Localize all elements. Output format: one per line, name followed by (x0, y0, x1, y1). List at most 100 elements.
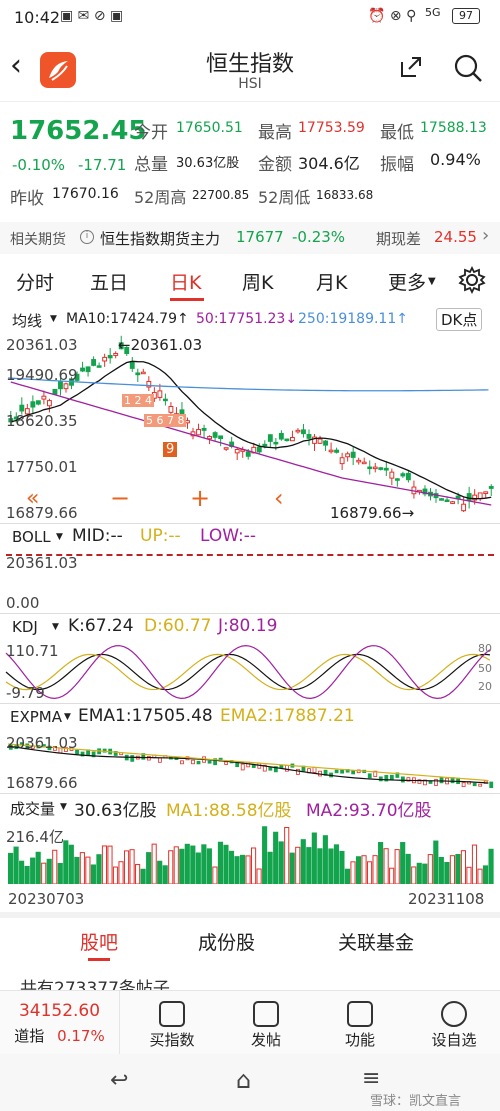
volume-bar (79, 852, 85, 884)
expma-candle (351, 770, 356, 775)
share-icon[interactable] (398, 54, 424, 80)
tab-constituents[interactable]: 成份股 (198, 928, 255, 955)
volume-bar (129, 849, 135, 884)
volume-bar (41, 862, 47, 884)
volume-svg (8, 826, 494, 884)
candle-body (201, 427, 207, 431)
watermark: 雪球：凯文直言 (370, 1094, 462, 1109)
candle-body (301, 429, 306, 435)
candle-body (367, 466, 373, 470)
tab-forum[interactable]: 股吧 (80, 928, 118, 955)
nav-home-icon[interactable]: ⌂ (236, 1066, 251, 1094)
candle-body (168, 406, 174, 413)
tab-more[interactable]: 更多 (388, 268, 426, 295)
functions-button[interactable]: 功能 (312, 991, 408, 1050)
wk52-low-label: 52周低 (258, 188, 311, 207)
candle-body (389, 471, 395, 479)
volume-bar (46, 858, 52, 884)
volume-value: 30.63亿股 (74, 801, 157, 821)
volume-bar (245, 855, 251, 884)
expma-chart[interactable]: 20361.03 16879.66 (0, 730, 500, 794)
chart-icon (159, 1001, 185, 1027)
dji-change: 0.17% (57, 1027, 105, 1045)
volume-bar (206, 848, 212, 884)
nav-back-icon[interactable]: ↩ (110, 1068, 128, 1093)
active-tab-indicator (170, 298, 204, 301)
kline-chart[interactable]: 20361.03 19490.69 18620.35 17750.01 1687… (0, 332, 500, 524)
rewind-icon[interactable]: « (26, 486, 39, 511)
search-icon[interactable] (452, 52, 484, 84)
bottom-nav: 34152.60 道指 0.17% 买指数 发帖 功能 设自选 (0, 990, 500, 1055)
candle-body (212, 432, 218, 438)
volume-bar (372, 855, 378, 884)
settings-icon[interactable] (458, 265, 486, 295)
candle-body (162, 398, 168, 402)
volume-bar (322, 835, 328, 884)
boll-chart[interactable]: 20361.03 0.00 (0, 550, 500, 614)
expma-candle (378, 776, 383, 782)
boll-name[interactable]: BOLL (12, 528, 51, 546)
expma-candle (296, 768, 300, 775)
scroll-left-icon[interactable]: ‹ (274, 484, 284, 512)
more-dots-icon (441, 1001, 467, 1027)
expma-candle (180, 760, 184, 765)
tab-daily-k[interactable]: 日K (170, 268, 201, 295)
volume-bar (168, 850, 174, 884)
tab-monthly-k[interactable]: 月K (316, 268, 347, 295)
kdj-name[interactable]: KDJ (12, 618, 38, 636)
candle-body (91, 359, 97, 366)
volume-top-label: 216.4亿 (6, 828, 64, 846)
ma-toggle-icon: ▼ (50, 314, 57, 324)
kdj-chart[interactable]: 110.71 -9.79 80 50 20 (0, 640, 500, 704)
volume-bar (339, 850, 345, 884)
dk-point-button[interactable]: DK点 (436, 308, 483, 331)
volume-bar (157, 860, 163, 884)
amplitude-label: 振幅 (380, 155, 414, 175)
nav-menu-icon[interactable]: ≡ (362, 1066, 380, 1091)
kdj-j-line (5, 644, 491, 699)
prev-close-value: 17670.16 (52, 186, 119, 202)
volume-bar (449, 855, 455, 884)
expma-name[interactable]: EXPMA (10, 708, 62, 726)
date-end: 20231108 (408, 890, 485, 908)
change-value: -17.71 (78, 156, 127, 174)
zoom-out-icon[interactable]: − (110, 484, 130, 512)
volume-bar (273, 831, 279, 884)
volume-legend: 成交量 ▼ 30.63亿股 MA1:88.58亿股 MA2:93.70亿股 (0, 796, 500, 821)
info-icon[interactable]: i (80, 230, 94, 244)
tab-related-funds[interactable]: 关联基金 (338, 928, 414, 955)
volume-name[interactable]: 成交量 (10, 798, 55, 819)
volume-bar (416, 862, 422, 884)
system-nav-bar: ↩ ⌂ ≡ 雪球：凯文直言 (0, 1054, 500, 1111)
volume-bar (217, 841, 224, 884)
ma-toggle[interactable]: 均线 (12, 310, 42, 331)
volume-bar (289, 852, 295, 884)
tab-weekly-k[interactable]: 周K (242, 268, 273, 295)
basis-label: 期现差 (376, 230, 422, 248)
dji-ticker[interactable]: 34152.60 道指 0.17% (0, 991, 120, 1055)
volume-chart[interactable]: 216.4亿 (0, 820, 500, 884)
posts-count: 共有273377条帖子 (20, 979, 170, 990)
low-label: 最低 (380, 123, 414, 143)
tab-intraday[interactable]: 分时 (16, 268, 54, 295)
futures-row[interactable]: 相关期货 i 恒生指数期货主力 17677 -0.23% 期现差 24.55 › (0, 222, 500, 254)
volume-dropdown-icon: ▼ (60, 802, 67, 812)
volume-bar (52, 849, 58, 884)
high-label: 最高 (258, 123, 292, 143)
buy-index-button[interactable]: 买指数 (124, 991, 220, 1050)
ma10-label: MA10:17424.79↑ (66, 311, 189, 327)
post-button[interactable]: 发帖 (218, 991, 314, 1050)
candle-body (405, 472, 411, 481)
volume-bar (389, 867, 395, 884)
candle-body (207, 435, 213, 440)
chevron-right-icon: › (482, 225, 490, 246)
zoom-in-icon[interactable]: + (190, 484, 210, 512)
volume-bar (223, 844, 229, 884)
kline-y-label-3: 17750.01 (6, 458, 78, 476)
tab-five-day[interactable]: 五日 (90, 268, 128, 295)
candle-body (378, 467, 384, 470)
expma-candle (146, 755, 151, 761)
add-watchlist-button[interactable]: 设自选 (406, 991, 500, 1050)
volume-bar (123, 850, 130, 884)
expma-candle (157, 757, 162, 763)
